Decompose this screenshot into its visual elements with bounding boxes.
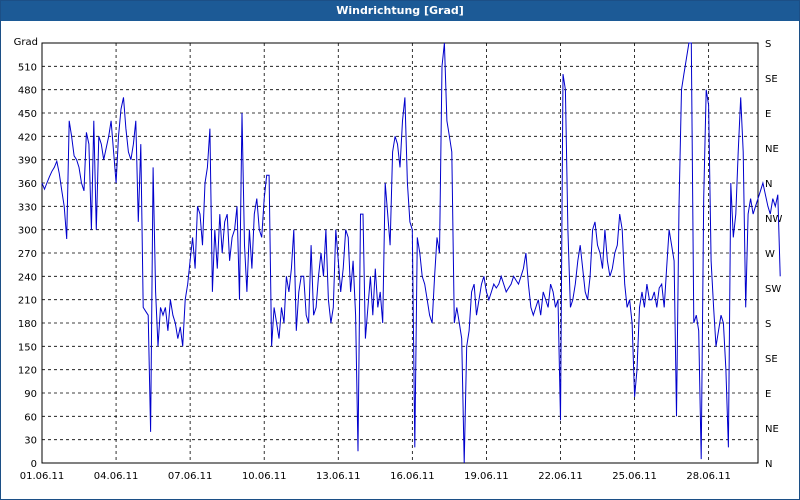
y-tick-label: 0 bbox=[31, 459, 37, 470]
chart-title: Windrichtung [Grad] bbox=[1, 1, 799, 21]
right-axis-label: W bbox=[765, 249, 775, 260]
x-tick-label: 25.06.11 bbox=[612, 471, 657, 482]
y-tick-label: 30 bbox=[24, 436, 37, 447]
chart-svg: 0 30 60 90 120 150 180 210 240 270 300 330 360 390 420… bbox=[14, 37, 783, 482]
y-tick-label: 510 bbox=[18, 62, 37, 73]
x-tick-label: 28.06.11 bbox=[686, 471, 731, 482]
right-axis-label: S bbox=[765, 319, 771, 330]
x-tick-label: 01.06.11 bbox=[20, 471, 65, 482]
right-axis-label: E bbox=[765, 109, 771, 120]
x-tick-label: 07.06.11 bbox=[168, 471, 213, 482]
x-tick-label: 04.06.11 bbox=[94, 471, 139, 482]
right-axis-label: NE bbox=[765, 424, 779, 435]
y-tick-label: 90 bbox=[24, 389, 37, 400]
y-axis-label: Grad bbox=[14, 37, 38, 48]
y-tick-label: 390 bbox=[18, 156, 37, 167]
y-tick-label: 60 bbox=[24, 412, 37, 423]
y-tick-label: 270 bbox=[18, 249, 37, 260]
right-axis-label: SE bbox=[765, 74, 778, 85]
y-tick-label: 150 bbox=[18, 342, 37, 353]
chart-window: Windrichtung [Grad] 0 30 60 90 120 150 180 210 2… bbox=[0, 0, 800, 500]
y-tick-label: 360 bbox=[18, 179, 37, 190]
right-axis-label: N bbox=[765, 459, 772, 470]
right-axis-label: N bbox=[765, 179, 772, 190]
right-axis-label: S bbox=[765, 39, 771, 50]
x-tick-label: 22.06.11 bbox=[538, 471, 583, 482]
right-axis-label: SW bbox=[765, 284, 781, 295]
x-tick-label: 19.06.11 bbox=[464, 471, 509, 482]
right-axis-label: NE bbox=[765, 144, 779, 155]
y-tick-label: 420 bbox=[18, 132, 37, 143]
y-tick-label: 180 bbox=[18, 319, 37, 330]
y-tick-label: 240 bbox=[18, 272, 37, 283]
x-tick-label: 16.06.11 bbox=[390, 471, 435, 482]
y-tick-label: 120 bbox=[18, 366, 37, 377]
x-tick-label: 10.06.11 bbox=[242, 471, 287, 482]
right-axis-label: NW bbox=[765, 214, 782, 225]
y-tick-label: 450 bbox=[18, 109, 37, 120]
x-tick-label: 13.06.11 bbox=[316, 471, 361, 482]
y-tick-label: 330 bbox=[18, 202, 37, 213]
right-axis-label: SE bbox=[765, 354, 778, 365]
y-tick-label: 480 bbox=[18, 86, 37, 97]
y-tick-label: 210 bbox=[18, 296, 37, 307]
right-axis-label: E bbox=[765, 389, 771, 400]
y-tick-label: 300 bbox=[18, 226, 37, 237]
